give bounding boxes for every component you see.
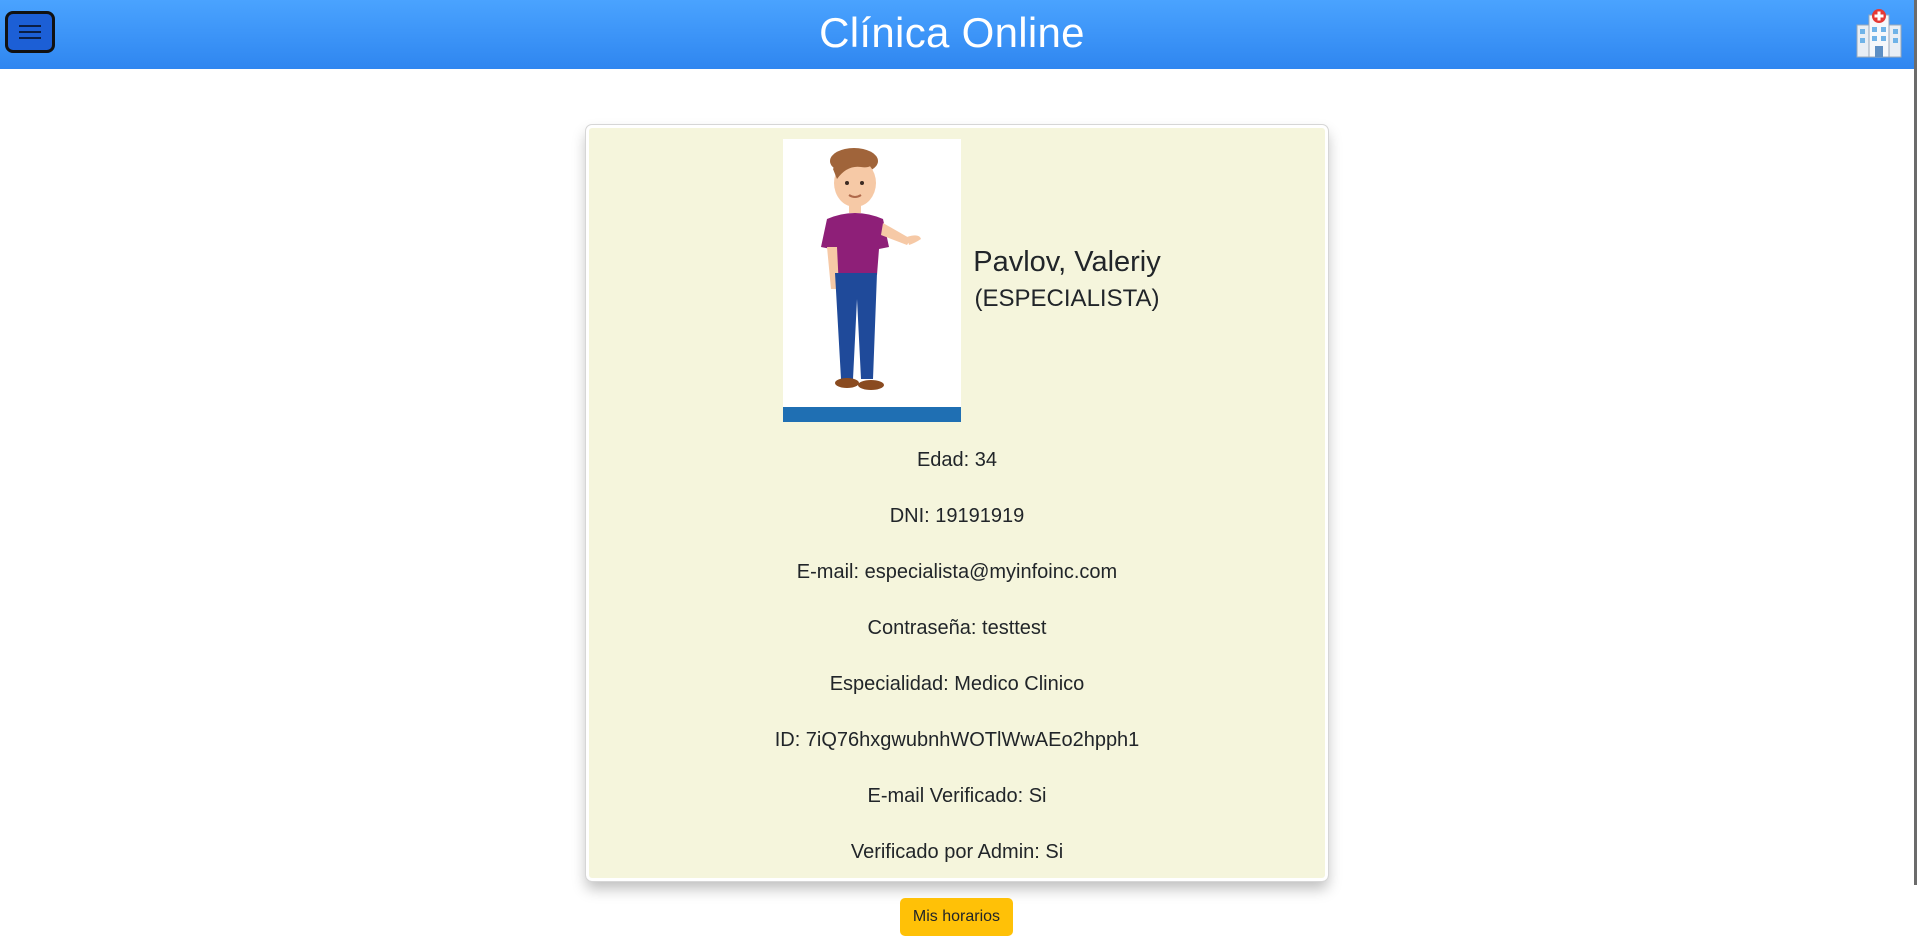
field-dni: DNI: 19191919 bbox=[889, 505, 1025, 527]
app-title[interactable]: Clínica Online bbox=[0, 0, 1904, 66]
mis-horarios-button[interactable]: Mis horarios bbox=[900, 898, 1013, 936]
field-email: E-mail: especialista@myinfoinc.com bbox=[796, 561, 1118, 583]
field-especialidad: Especialidad: Medico Clinico bbox=[829, 673, 1085, 695]
profile-role: (ESPECIALISTA) bbox=[974, 285, 1160, 312]
field-edad: Edad: 34 bbox=[916, 449, 998, 471]
profile-name: Pavlov, Valeriy bbox=[973, 246, 1161, 278]
name-block: Pavlov, Valeriy (ESPECIALISTA) bbox=[967, 242, 1167, 316]
field-verificado-admin: Verificado por Admin: Si bbox=[850, 841, 1064, 863]
top-navbar: Clínica Online bbox=[0, 0, 1917, 69]
cartoon-man-avatar bbox=[821, 148, 921, 390]
hospital-icon bbox=[1856, 9, 1902, 58]
avatar-watermark-strip bbox=[783, 407, 961, 422]
field-contrasena: Contraseña: testtest bbox=[867, 617, 1047, 639]
field-email-verificado: E-mail Verificado: Si bbox=[867, 785, 1047, 807]
field-id: ID: 7iQ76hxgwubnhWOTlWwAEo2hpph1 bbox=[774, 729, 1140, 751]
profile-avatar bbox=[783, 139, 961, 422]
profile-card: Pavlov, Valeriy (ESPECIALISTA) Edad: 34 … bbox=[585, 124, 1329, 882]
